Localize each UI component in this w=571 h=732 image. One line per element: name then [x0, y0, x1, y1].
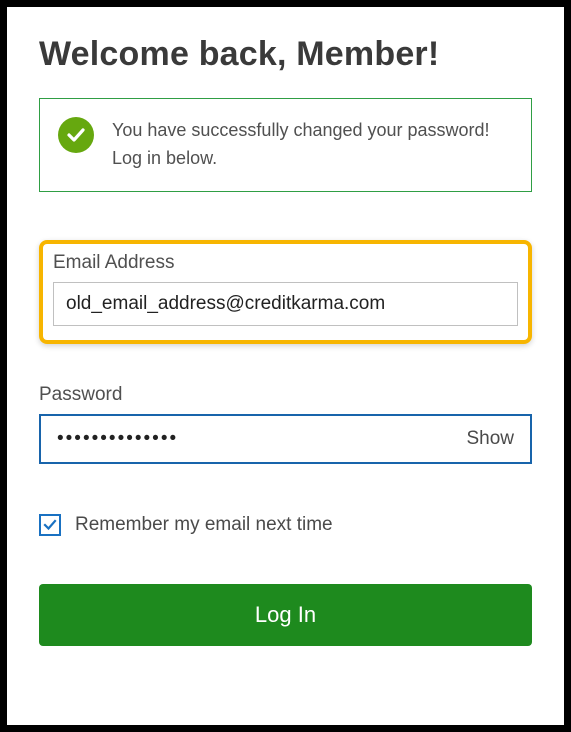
email-label: Email Address — [53, 252, 518, 274]
password-wrapper: Show — [39, 414, 532, 464]
password-label: Password — [39, 384, 532, 406]
remember-label: Remember my email next time — [75, 514, 333, 536]
check-circle-icon — [58, 117, 94, 153]
password-group: Password Show — [39, 384, 532, 464]
login-window: Welcome back, Member! You have successfu… — [7, 7, 564, 725]
success-alert: You have successfully changed your passw… — [39, 98, 532, 192]
page-title: Welcome back, Member! — [39, 35, 532, 74]
password-input[interactable] — [57, 428, 466, 450]
remember-row: Remember my email next time — [39, 514, 532, 536]
email-input[interactable] — [53, 282, 518, 326]
email-highlight: Email Address — [39, 240, 532, 344]
remember-checkbox[interactable] — [39, 514, 61, 536]
show-password-button[interactable]: Show — [466, 428, 514, 450]
login-button[interactable]: Log In — [39, 584, 532, 646]
success-message: You have successfully changed your passw… — [112, 117, 511, 173]
